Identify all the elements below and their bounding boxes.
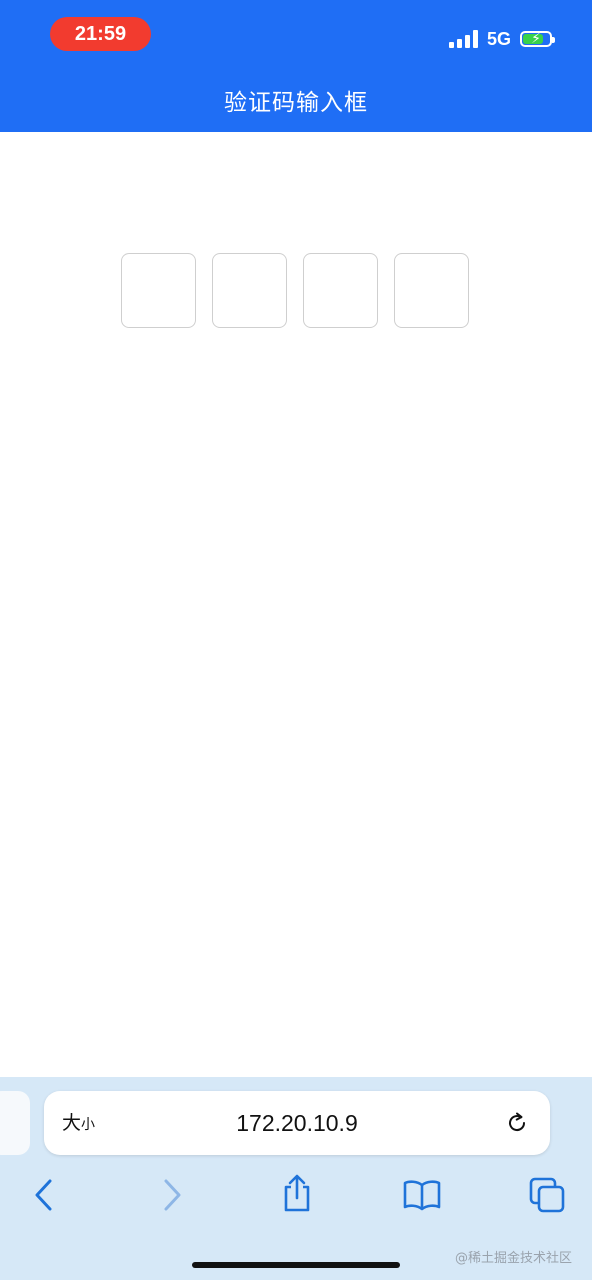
page-title: 验证码输入框 [224, 90, 368, 116]
code-digit-box-2[interactable] [212, 253, 287, 328]
home-indicator [192, 1262, 400, 1268]
book-icon[interactable] [402, 1179, 442, 1211]
chevron-left-icon[interactable] [30, 1177, 58, 1213]
share-icon[interactable] [280, 1172, 314, 1214]
code-digit-box-4[interactable] [394, 253, 469, 328]
status-time: 21:59 [50, 17, 151, 51]
code-digit-box-3[interactable] [303, 253, 378, 328]
reload-icon[interactable] [504, 1110, 530, 1136]
code-digit-box-1[interactable] [121, 253, 196, 328]
status-indicators: 5G ⚡ [448, 24, 555, 54]
address-bar[interactable]: 大小 172.20.10.9 [44, 1091, 550, 1155]
verification-code-input[interactable] [121, 253, 469, 328]
previous-tab-edge[interactable] [0, 1091, 30, 1155]
header-bar: 21:59 5G ⚡ 验证码输入框 [0, 0, 592, 132]
url-text[interactable]: 172.20.10.9 [44, 1091, 550, 1155]
signal-icon [448, 30, 478, 48]
watermark: @稀土掘金技术社区 [454, 1251, 572, 1266]
network-type: 5G [486, 28, 511, 49]
tabs-icon[interactable] [528, 1176, 566, 1214]
battery-icon: ⚡ [520, 30, 555, 47]
chevron-right-icon[interactable] [158, 1177, 186, 1213]
